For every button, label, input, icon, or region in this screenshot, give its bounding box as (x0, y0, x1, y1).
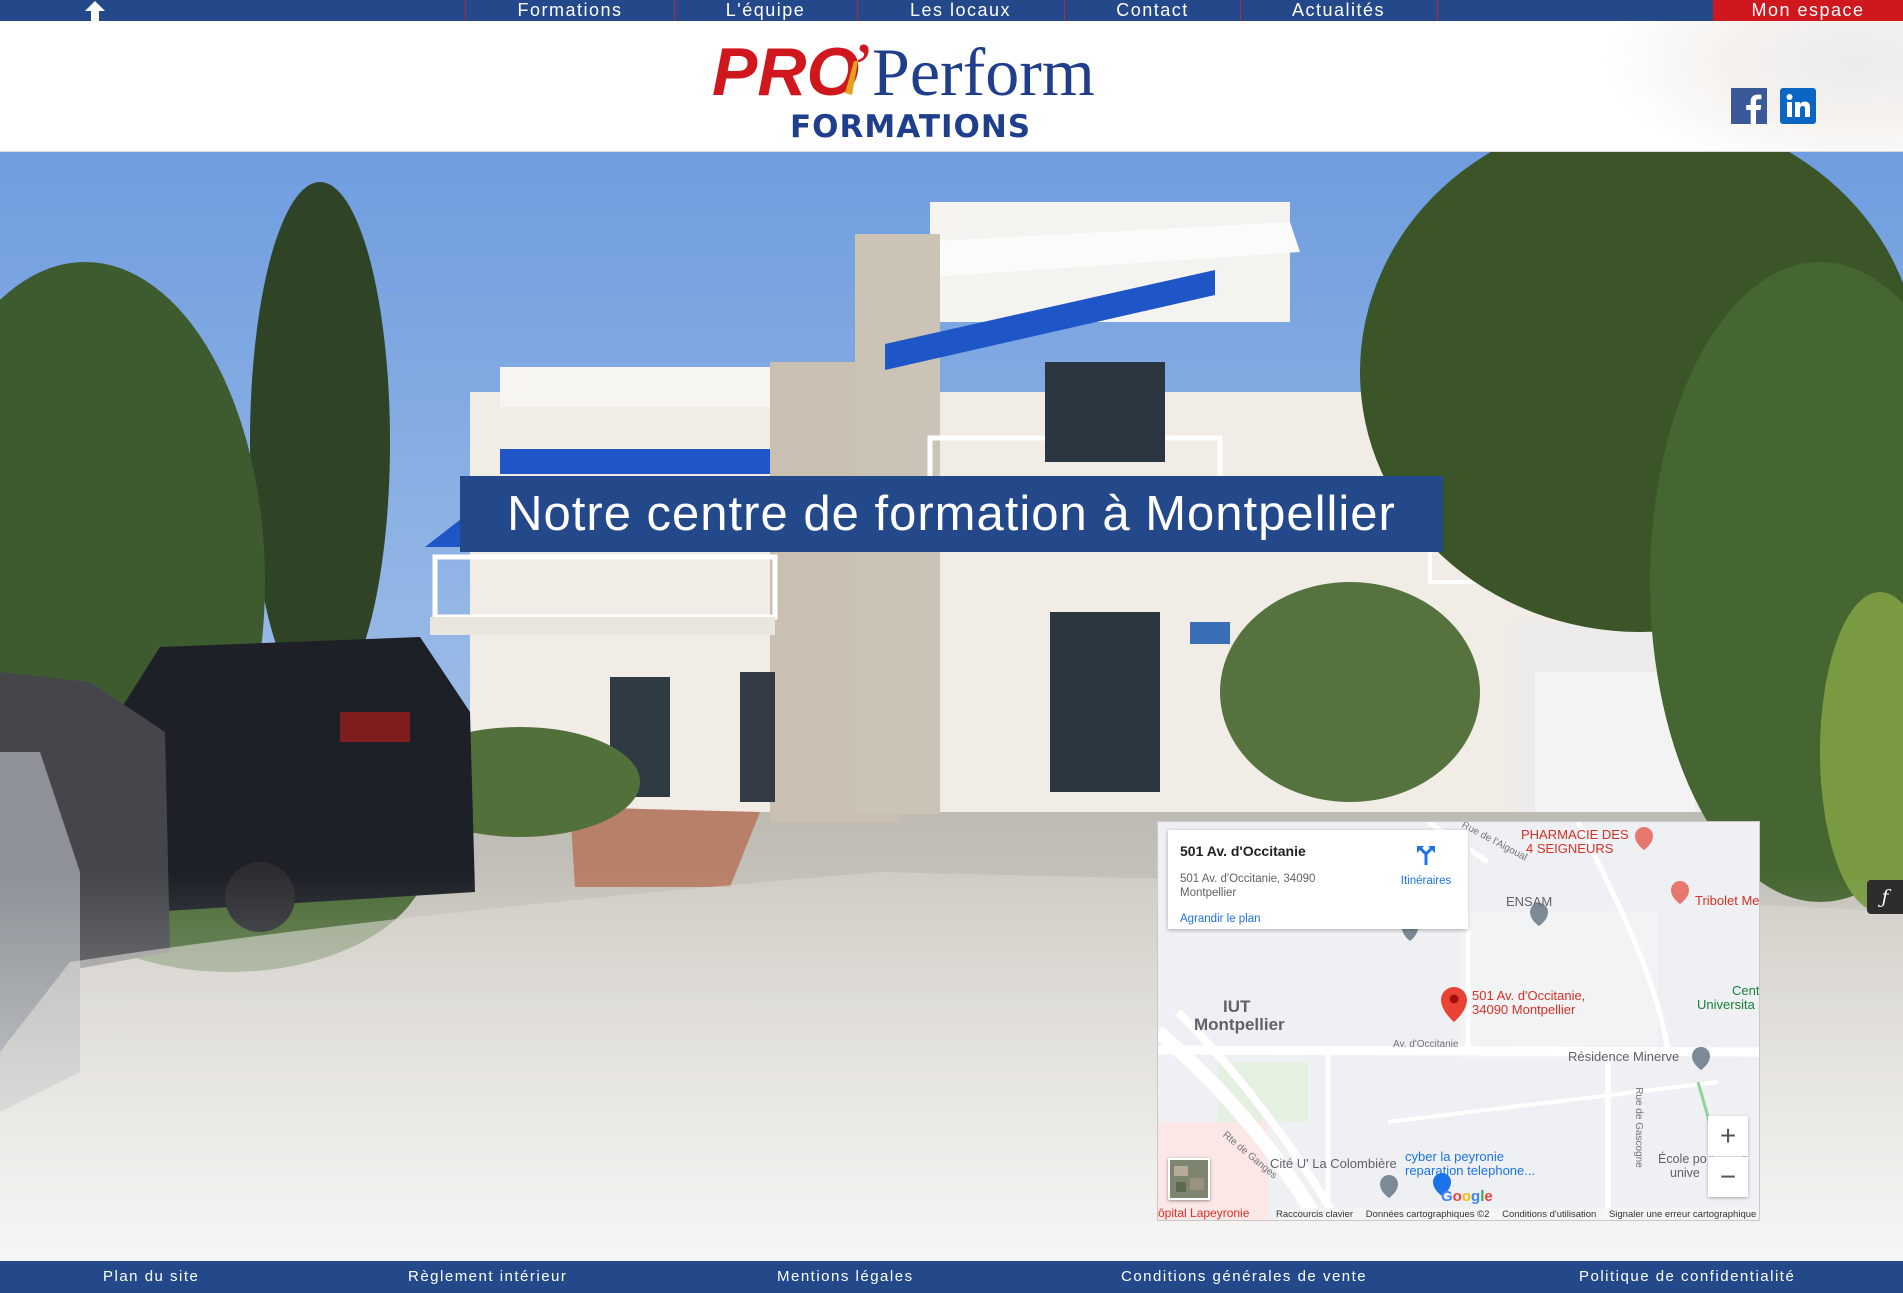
header-decoration (1600, 21, 1903, 151)
map-label-ecole: École po (1658, 1152, 1707, 1166)
site-logo[interactable]: PRO ’ Perform FORMATIONS (712, 31, 1192, 141)
map-label-hopital: ôpital Lapeyronie (1158, 1206, 1250, 1220)
nav-actualites[interactable]: Actualités (1241, 0, 1436, 21)
map-card-address: 501 Av. d'Occitanie, 34090 Montpellier (1180, 873, 1316, 899)
logo-perform-text: Perform (872, 34, 1095, 110)
linkedin-button[interactable] (1780, 88, 1816, 124)
map-label-ecole-2: unive (1670, 1166, 1700, 1180)
nav-separator (1437, 0, 1438, 21)
footer-sitemap-link[interactable]: Plan du site (103, 1261, 199, 1293)
nav-contact[interactable]: Contact (1065, 0, 1240, 21)
my-space-button[interactable]: Mon espace (1713, 0, 1903, 21)
map-marker-label: 501 Av. d'Occitanie, (1472, 988, 1586, 1003)
home-button[interactable] (82, 0, 108, 21)
site-header: PRO ’ Perform FORMATIONS (0, 21, 1903, 152)
logo-pro-text: PRO (712, 34, 859, 110)
logo-formations-text: FORMATIONS (790, 109, 1031, 141)
zoom-in-button[interactable]: + (1708, 1116, 1748, 1156)
side-widget-tab[interactable]: ƒ (1867, 880, 1903, 914)
map-keyboard-shortcuts-link[interactable]: Raccourcis clavier (1276, 1209, 1353, 1220)
footer-legal-link[interactable]: Mentions légales (777, 1261, 914, 1293)
facebook-button[interactable] (1731, 88, 1767, 124)
map-label-ensam: ENSAM (1506, 894, 1553, 909)
nav-formations[interactable]: Formations (466, 0, 674, 21)
map-road-occitanie: Av. d'Occitanie (1393, 1039, 1459, 1050)
map-road-gascogne: Rue de Gascogne (1632, 1087, 1644, 1168)
map-data-attribution: Données cartographiques ©2 (1365, 1209, 1490, 1220)
google-map[interactable]: PHARMACIE DES 4 SEIGNEURS Rue de l'Aigou… (1157, 821, 1760, 1221)
satellite-thumbnail-icon (1170, 1160, 1208, 1198)
map-label-cyber-2: reparation telephone... (1405, 1163, 1536, 1178)
nav-locaux[interactable]: Les locaux (858, 0, 1063, 21)
map-label-pharmacy: PHARMACIE DES (1521, 827, 1629, 842)
map-label-residence: Résidence Minerve (1568, 1049, 1680, 1064)
nav-equipe[interactable]: L'équipe (675, 0, 856, 21)
map-label-tribolet: Tribolet Me (1695, 893, 1760, 908)
hero-title: Notre centre de formation à Montpellier (460, 476, 1443, 552)
footer-privacy-link[interactable]: Politique de confidentialité (1579, 1261, 1795, 1293)
site-footer: Plan du site Règlement intérieur Mention… (0, 1261, 1903, 1293)
facebook-icon (1731, 88, 1767, 124)
map-report-error-link[interactable]: Signaler une erreur cartographique (1609, 1209, 1756, 1220)
directions-label: Itinéraires (1400, 875, 1452, 887)
map-label-cyber: cyber la peyronie (1405, 1149, 1504, 1164)
map-label-centre-2: Universita (1697, 997, 1755, 1012)
map-label-iut-2: Montpellier (1194, 1015, 1285, 1034)
home-arrow-icon (85, 1, 105, 21)
directions-icon (1417, 846, 1435, 865)
map-label-iut: IUT (1223, 997, 1251, 1016)
footer-rules-link[interactable]: Règlement intérieur (408, 1261, 567, 1293)
directions-button[interactable]: Itinéraires (1391, 844, 1461, 888)
map-label-centre: Cent (1732, 983, 1760, 998)
map-label-pharmacy-2: 4 SEIGNEURS (1526, 841, 1614, 856)
map-card-title: 501 Av. d'Occitanie (1180, 843, 1306, 859)
top-nav: Formations L'équipe Les locaux Contact A… (0, 0, 1903, 21)
map-marker-label-2: 34090 Montpellier (1472, 1002, 1576, 1017)
map-label-cite: Cité U' La Colombière (1270, 1156, 1397, 1171)
map-info-card: 501 Av. d'Occitanie 501 Av. d'Occitanie,… (1168, 830, 1468, 929)
map-terms-link[interactable]: Conditions d'utilisation (1502, 1209, 1596, 1220)
enlarge-map-link[interactable]: Agrandir le plan (1180, 913, 1261, 925)
linkedin-icon (1780, 88, 1816, 124)
satellite-toggle-thumbnail[interactable] (1168, 1158, 1210, 1200)
footer-terms-link[interactable]: Conditions générales de vente (1121, 1261, 1367, 1293)
zoom-out-button[interactable]: − (1708, 1157, 1748, 1197)
google-logo: Google (1441, 1188, 1493, 1205)
map-footer-bar: Raccourcis clavier Données cartographiqu… (1276, 1208, 1759, 1220)
